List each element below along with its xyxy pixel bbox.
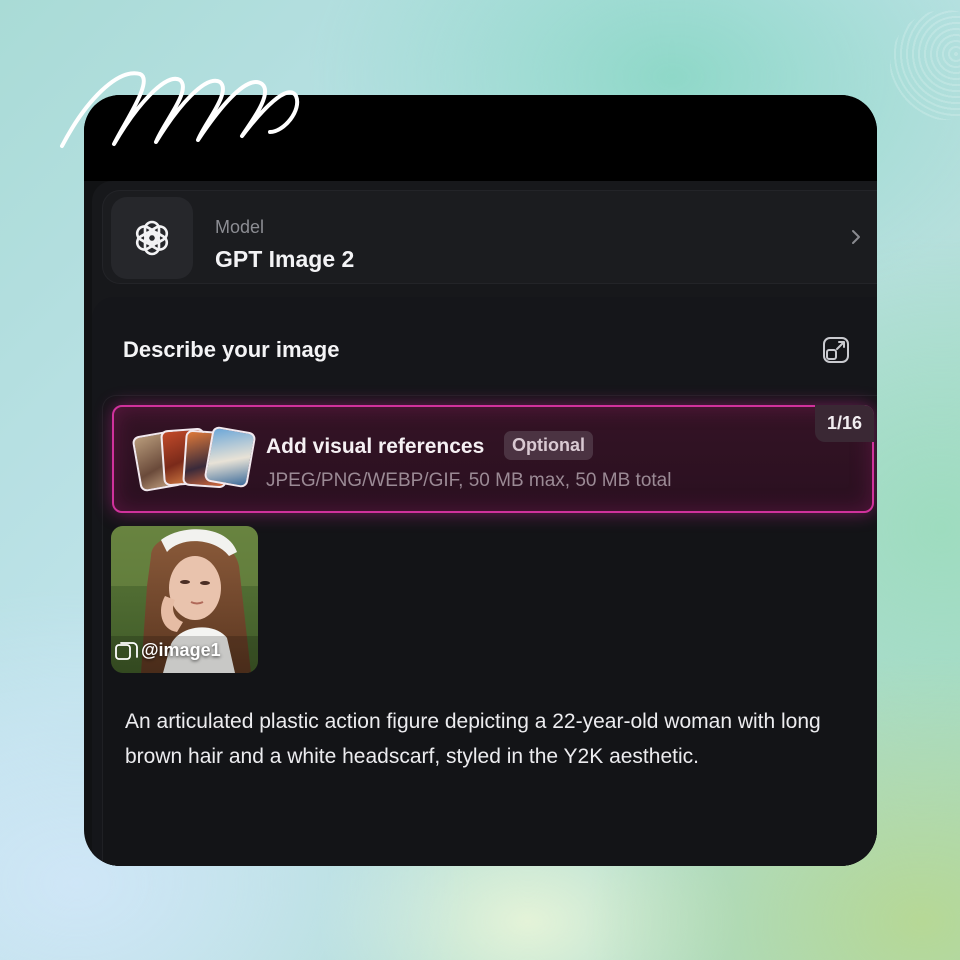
visual-references-dropzone[interactable]: Add visual references Optional JPEG/PNG/… [112, 405, 874, 513]
reference-count-badge: 1/16 [814, 405, 874, 442]
settings-panel: Model GPT Image 2 Describe your image Ad… [92, 181, 877, 866]
chevron-right-icon [852, 230, 860, 244]
reference-thumbnails [131, 425, 257, 493]
expand-icon[interactable] [821, 335, 851, 365]
references-formats: JPEG/PNG/WEBP/GIF, 50 MB max, 50 MB tota… [266, 470, 672, 491]
reference-card-4 [203, 425, 257, 489]
prompt-text[interactable]: An articulated plastic action figure dep… [125, 704, 845, 774]
prompt-section-title: Describe your image [123, 337, 340, 362]
decorative-scribble [60, 71, 300, 148]
model-name: GPT Image 2 [215, 246, 355, 272]
openai-logo-icon [111, 197, 193, 279]
references-title: Add visual references [266, 435, 485, 458]
decorative-pattern [890, 10, 960, 120]
prompt-editor[interactable]: Add visual references Optional JPEG/PNG/… [102, 395, 877, 866]
model-label: Model [215, 217, 265, 237]
attached-image-thumbnail[interactable]: @image1 [111, 526, 258, 673]
model-selector[interactable]: Model GPT Image 2 [102, 190, 877, 284]
attachment-tag: @image1 [141, 640, 221, 660]
app-window: Model GPT Image 2 Describe your image Ad… [84, 95, 877, 866]
optional-badge: Optional [504, 431, 593, 460]
prompt-section: Describe your image Add visual reference… [92, 297, 877, 866]
